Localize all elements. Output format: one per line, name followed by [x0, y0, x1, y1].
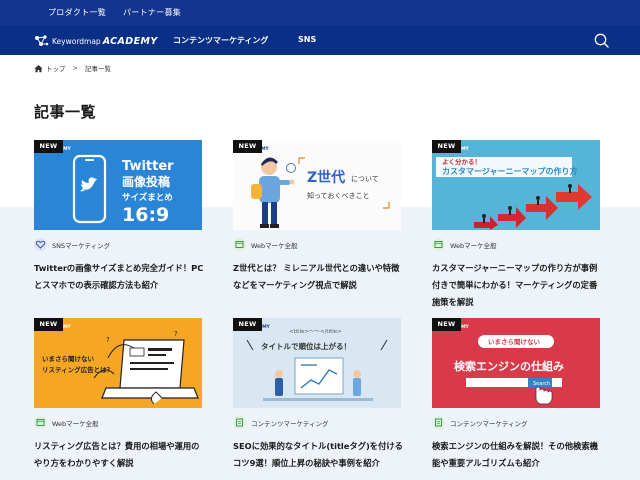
site-header: Keywordmap ACADEMY コンテンツマーケティング SNS	[0, 26, 640, 55]
category-label[interactable]: Webマーケ全般	[233, 238, 298, 251]
new-badge: NEW	[233, 140, 262, 153]
thumb-line1: いまさら聞けない	[488, 337, 541, 346]
thumb-line1: よく分かる！	[442, 157, 481, 166]
home-icon[interactable]	[34, 64, 43, 73]
page-title: 記事一覧	[34, 103, 97, 121]
article-title[interactable]: 検索エンジンの仕組みを解説！その他検索機能や重要アルゴリズムも紹介	[432, 438, 604, 472]
breadcrumb: トップ > 記事一覧	[34, 62, 111, 74]
top-link-products[interactable]: プロダクト一覧	[48, 7, 106, 18]
category-text: Webマーケ全般	[450, 241, 497, 250]
breadcrumb-home[interactable]: トップ	[46, 63, 66, 73]
document-icon	[432, 416, 445, 429]
article-title[interactable]: カスタマージャーニーマップの作り方が事例付きで簡単にわかる！マーケティングの定番…	[432, 260, 604, 311]
browser-icon	[34, 416, 47, 429]
thumb-line2: タイトルで順位は上がる！	[261, 341, 351, 351]
thumb-line3: Search	[533, 381, 550, 387]
nav-sns[interactable]: SNS	[298, 35, 316, 44]
new-badge: NEW	[34, 318, 63, 331]
new-badge: NEW	[432, 318, 461, 331]
svg-text:?: ?	[106, 336, 110, 344]
new-badge: NEW	[432, 140, 461, 153]
logo-academy: ACADEMY	[102, 35, 158, 47]
logo-text: Keywordmap	[52, 36, 101, 46]
thumb-line1: いまさら聞けない	[42, 354, 95, 363]
nav-content-marketing[interactable]: コンテンツマーケティング	[173, 35, 268, 46]
article-title[interactable]: Z世代とは？ ミレニアル世代との違いや特徴などをマーケティング視点で解説	[233, 260, 405, 294]
article-thumbnail[interactable]: ACADEMY Z世代 について 知っておくべきこと	[233, 140, 401, 230]
thumb-line1: Twitter	[122, 159, 174, 174]
top-link-partners[interactable]: パートナー募集	[123, 7, 181, 18]
article-title[interactable]: Twitterの画像サイズまとめ完全ガイド！PCとスマホでの表示確認方法も紹介	[34, 260, 206, 294]
article-thumbnail[interactable]: ACADEMY いまさら聞けない 検索エンジンの仕組み Search	[432, 318, 600, 408]
category-text: Webマーケ全般	[251, 241, 298, 250]
category-label[interactable]: Webマーケ全般	[34, 416, 99, 429]
thumb-line3: 知っておくべきこと	[307, 191, 369, 200]
article-title[interactable]: リスティング広告とは？費用の相場や運用のやり方をわかりやすく解説	[34, 438, 206, 472]
thumb-line1: Z世代	[307, 169, 345, 186]
browser-icon	[233, 238, 246, 251]
article-thumbnail[interactable]: ACADEMY いまさら聞けない リスティング広告とは？ ? ?	[34, 318, 202, 408]
category-label[interactable]: コンテンツマーケティング	[233, 416, 328, 429]
category-text: コンテンツマーケティング	[251, 419, 329, 428]
thumb-line2: カスタマージャーニーマップの作り方	[442, 166, 577, 176]
article-thumbnail[interactable]: ACADEMY よく分かる！ カスタマージャーニーマップの作り方	[432, 140, 600, 230]
thumb-line2: 画像投稿	[122, 174, 170, 189]
svg-text:?: ?	[174, 330, 178, 338]
new-badge: NEW	[233, 318, 262, 331]
category-text: Webマーケ全般	[52, 419, 99, 428]
category-text: コンテンツマーケティング	[450, 419, 528, 428]
thumb-line2: リスティング広告とは？	[42, 365, 113, 374]
document-icon	[233, 416, 246, 429]
category-label[interactable]: コンテンツマーケティング	[432, 416, 527, 429]
search-icon[interactable]	[593, 32, 610, 49]
site-logo[interactable]: Keywordmap ACADEMY	[33, 32, 158, 50]
thumb-line2: 検索エンジンの仕組み	[454, 359, 564, 373]
heart-icon	[34, 238, 47, 251]
category-text: SNSマーケティング	[52, 241, 111, 250]
category-label[interactable]: Webマーケ全般	[432, 238, 497, 251]
article-title[interactable]: SEOに効果的なタイトル(titleタグ)を付けるコツ9選！順位上昇の秘訣や事例…	[233, 438, 405, 472]
thumb-line1: <title>〜〜</title>	[289, 329, 342, 335]
breadcrumb-current: 記事一覧	[84, 65, 111, 73]
thumb-line2: について	[351, 175, 379, 183]
thumb-line4: 16:9	[122, 204, 169, 226]
thumb-line3: サイズまとめ	[122, 192, 173, 203]
logo-mark-icon	[33, 33, 49, 49]
breadcrumb-separator: >	[72, 64, 78, 72]
new-badge: NEW	[34, 140, 63, 153]
browser-icon	[432, 238, 445, 251]
article-thumbnail[interactable]: ACADEMY <title>〜〜</title> タイトルで順位は上がる！	[233, 318, 401, 408]
article-thumbnail[interactable]: ACADEMY Twitter 画像投稿 サイズまとめ 16:9	[34, 140, 202, 230]
category-label[interactable]: SNSマーケティング	[34, 238, 110, 251]
top-bar: プロダクト一覧 パートナー募集	[0, 0, 640, 26]
